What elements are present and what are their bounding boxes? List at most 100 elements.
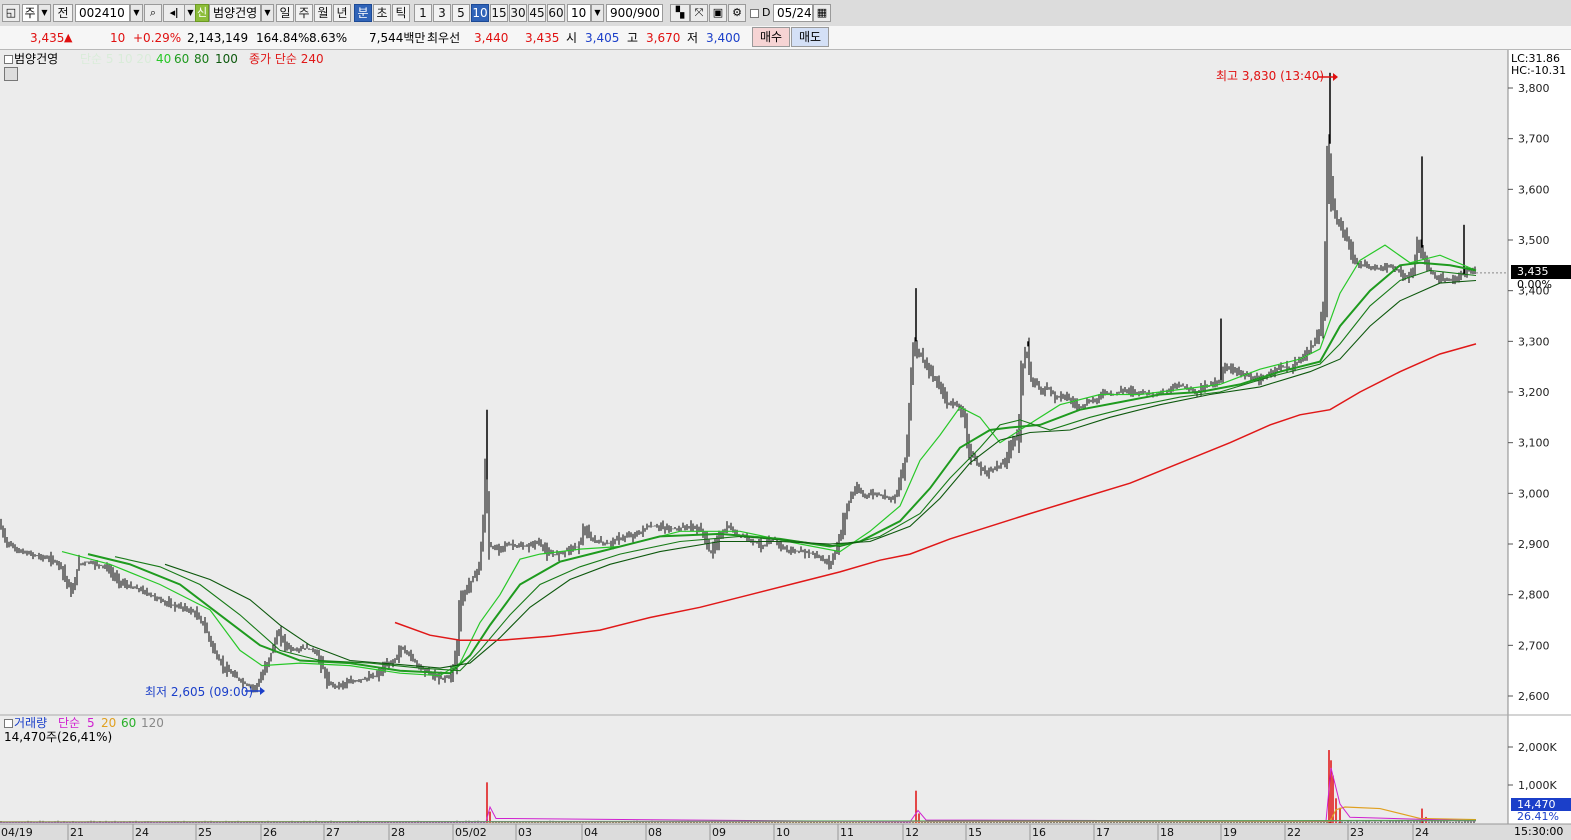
window-menu-icon[interactable]: ◱ — [2, 4, 20, 22]
hc-label: HC:-10.31 — [1511, 64, 1567, 77]
up-arrow-icon: ▲ — [64, 31, 73, 44]
ask-price: 3,440 — [474, 31, 509, 45]
name-dropdown-icon[interactable]: ▼ — [261, 4, 274, 22]
period-4-button[interactable]: 분 — [354, 4, 372, 22]
interval-30-button[interactable]: 30 — [509, 4, 527, 22]
open-label: 시 — [566, 31, 578, 45]
x-tick-label: 03 — [518, 826, 532, 839]
volume-title: 거래량 — [14, 716, 48, 730]
legend-ma-80: 80 — [194, 52, 210, 66]
turnover-rate: 8.63% — [309, 31, 348, 45]
indicator-icon[interactable]: ▚ — [670, 4, 690, 22]
market-dropdown-icon[interactable]: ▼ — [38, 4, 51, 22]
high-price: 3,670 — [646, 31, 681, 45]
date-input[interactable]: 05/24 — [773, 4, 813, 22]
current-price: 3,435 — [30, 31, 65, 45]
price-tick-label: 2,600 — [1518, 690, 1550, 703]
period-2-button[interactable]: 월 — [314, 4, 332, 22]
period-6-button[interactable]: 틱 — [392, 4, 410, 22]
volume-ma-60: 60 — [121, 716, 137, 730]
price-tick-label: 3,500 — [1518, 234, 1550, 247]
interval-dropdown-icon[interactable]: ▼ — [591, 4, 604, 22]
credit-badge: 신 — [195, 4, 209, 22]
stock-name: 범양건영 — [209, 4, 261, 22]
legend-240: 종가 단순 240 — [249, 52, 324, 66]
legend-stock-name: 범양건영 — [14, 52, 59, 66]
period-3-button[interactable]: 년 — [333, 4, 351, 22]
interval-45-button[interactable]: 45 — [528, 4, 546, 22]
best-quote-label: 최우선 — [427, 31, 461, 45]
time-label: 15:30:00 — [1514, 825, 1564, 838]
interval-3-button[interactable]: 3 — [433, 4, 451, 22]
interval-5-button[interactable]: 5 — [452, 4, 470, 22]
x-tick-label: 10 — [776, 826, 790, 839]
buy-button[interactable]: 매수 — [752, 27, 790, 47]
prev-button[interactable]: 전 — [53, 4, 73, 22]
period-0-button[interactable]: 일 — [276, 4, 294, 22]
volume-tick-label: 1,000K — [1518, 779, 1557, 792]
code-dropdown-icon[interactable]: ▼ — [130, 4, 143, 22]
x-tick-label: 17 — [1096, 826, 1110, 839]
high-annotation: 최고 3,830 (13:40) — [1216, 69, 1325, 83]
x-tick-label: 16 — [1032, 826, 1046, 839]
sell-button[interactable]: 매도 — [791, 27, 829, 47]
gear-icon[interactable]: ⚙ — [728, 4, 746, 22]
volume-ma-5: 5 — [87, 716, 95, 730]
date-checkbox[interactable] — [750, 9, 759, 18]
interval-1-button[interactable]: 1 — [414, 4, 432, 22]
legend-ma-60: 60 — [174, 52, 190, 66]
save-icon[interactable]: ▣ — [709, 4, 727, 22]
period-5-button[interactable]: 초 — [373, 4, 391, 22]
price-tick-label: 2,700 — [1518, 639, 1550, 652]
x-tick-label: 09 — [712, 826, 726, 839]
price-change: 10 — [110, 31, 126, 45]
x-tick-label: 12 — [905, 826, 919, 839]
volume-tick-label: 2,000K — [1518, 741, 1557, 754]
main-toolbar: ◱ 주 ▼ 전 002410 ▼ ⌕ ◂ǀ ▼ 신 범양건영 ▼ 일주월년분초틱… — [0, 0, 1571, 27]
search-icon[interactable]: ⌕ — [144, 4, 162, 22]
legend-checkbox[interactable] — [4, 55, 13, 64]
x-tick-label: 24 — [1415, 826, 1429, 839]
x-tick-label: 24 — [135, 826, 149, 839]
stock-code-input[interactable]: 002410 — [75, 4, 130, 22]
count-input[interactable]: 900/900 — [606, 4, 663, 22]
volume-ma-120: 120 — [141, 716, 164, 730]
low-annotation: 최저 2,605 (09:00) — [145, 685, 254, 699]
legend-hidden-ma: 단순 5 10 20 — [80, 52, 152, 66]
interval-input[interactable]: 10 — [567, 4, 591, 22]
price-tick-label: 3,200 — [1518, 386, 1550, 399]
cross-icon[interactable]: ⤧ — [690, 4, 708, 22]
price-tick-label: 2,900 — [1518, 538, 1550, 551]
x-tick-label: 22 — [1287, 826, 1301, 839]
price-chart[interactable]: 3,8003,7003,6003,5003,4003,3003,2003,100… — [0, 50, 1571, 840]
speaker-icon[interactable]: ◂ǀ — [163, 4, 185, 22]
low-label: 저 — [687, 31, 699, 45]
period-1-button[interactable]: 주 — [295, 4, 313, 22]
volume-legend-checkbox[interactable] — [4, 719, 13, 728]
x-tick-label: 15 — [968, 826, 982, 839]
interval-15-button[interactable]: 15 — [490, 4, 508, 22]
price-badge-pct: 0.00% — [1517, 278, 1552, 291]
price-tick-label: 2,800 — [1518, 589, 1550, 602]
market-select[interactable]: 주 — [22, 4, 38, 22]
x-tick-label: 28 — [391, 826, 405, 839]
volume-value: 14,470주(26,41%) — [4, 730, 113, 744]
trade-amount: 7,544백만 — [369, 31, 426, 45]
price-tick-label: 3,300 — [1518, 335, 1550, 348]
volume-badge-pct: 26.41% — [1517, 810, 1559, 823]
price-tick-label: 3,600 — [1518, 183, 1550, 196]
date-checkbox-label: D — [762, 6, 771, 19]
legend-ma-40: 40 — [156, 52, 172, 66]
chart-menu-icon[interactable] — [4, 67, 18, 81]
volume-ma-label: 단순 — [58, 716, 81, 730]
calendar-icon[interactable]: ▦ — [813, 4, 831, 22]
price-tick-label: 3,800 — [1518, 82, 1550, 95]
x-tick-label: 23 — [1350, 826, 1364, 839]
price-tick-label: 3,700 — [1518, 133, 1550, 146]
x-tick-label: 19 — [1223, 826, 1237, 839]
interval-60-button[interactable]: 60 — [547, 4, 565, 22]
interval-10-button[interactable]: 10 — [471, 4, 489, 22]
open-price: 3,405 — [585, 31, 620, 45]
price-badge: 3,435 — [1511, 265, 1571, 279]
volume-ma-20: 20 — [101, 716, 117, 730]
